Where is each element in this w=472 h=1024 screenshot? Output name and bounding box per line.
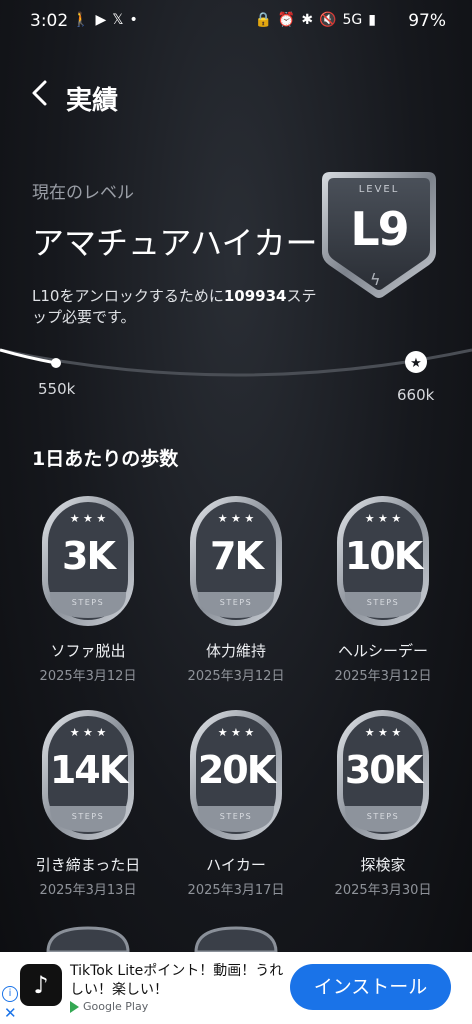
achievement-steps-label: STEPS	[366, 598, 400, 607]
achievement-item[interactable]: ★ ★ ★ 10K STEPS ヘルシーデー 2025年3月12日	[309, 494, 457, 684]
achievement-medal: ★ ★ ★ 7K STEPS	[188, 494, 284, 628]
youtube-icon: ▶	[95, 12, 107, 28]
svg-text:★ ★ ★: ★ ★ ★	[218, 512, 255, 525]
level-description: L10をアンロックするために109934ステップ必要です。	[32, 286, 322, 328]
achievement-steps-label: STEPS	[219, 812, 253, 821]
more-achievements-peek	[46, 926, 278, 952]
google-play-icon	[70, 1000, 79, 1013]
level-caption: 現在のレベル	[32, 183, 134, 203]
svg-text:★ ★ ★: ★ ★ ★	[70, 726, 107, 739]
bolt-icon: ϟ	[370, 270, 381, 289]
achievement-steps-label: STEPS	[71, 812, 105, 821]
achievement-date: 2025年3月13日	[39, 883, 137, 898]
ad-close-icon[interactable]: ✕	[4, 1004, 17, 1022]
achievement-medal: ★ ★ ★ 30K STEPS	[335, 708, 431, 842]
achievement-item[interactable]: ★ ★ ★ 30K STEPS 探検家 2025年3月30日	[309, 708, 457, 898]
level-desc-prefix: L10をアンロックするために	[32, 287, 224, 305]
level-badge-label: LEVEL	[358, 184, 400, 195]
achievement-name: ソファ脱出	[50, 642, 126, 660]
x-icon: 𝕏	[112, 12, 124, 28]
achievement-name: 体力維持	[205, 642, 266, 660]
google-play-label: Google Play	[83, 1000, 149, 1013]
achievement-value: 30K	[344, 748, 423, 792]
achievement-steps-label: STEPS	[366, 812, 400, 821]
page-title: 実績	[66, 86, 119, 116]
achievement-date: 2025年3月17日	[187, 883, 285, 898]
ad-info-icon[interactable]: i	[2, 986, 18, 1002]
bluetooth-icon: ✱	[301, 12, 314, 28]
music-note-icon: ♪	[33, 971, 49, 999]
achievement-date: 2025年3月30日	[334, 883, 432, 898]
status-time: 3:02	[30, 11, 69, 31]
walk-icon: 🚶	[72, 12, 90, 28]
achievement-name: 引き締まった日	[35, 856, 141, 874]
svg-text:★ ★ ★: ★ ★ ★	[365, 512, 402, 525]
level-badge: LEVEL L9 ϟ	[316, 166, 442, 304]
achievement-medal: ★ ★ ★ 10K STEPS	[335, 494, 431, 628]
google-play-badge: Google Play	[70, 1000, 148, 1013]
status-right-icons: 🔒 ⏰ ✱ 🔇 5G ▮	[254, 12, 376, 28]
alarm-icon: ⏰	[277, 12, 296, 28]
install-button[interactable]: インストール	[290, 964, 451, 1010]
status-bar: 3:02 🚶 ▶ 𝕏 • 🔒 ⏰ ✱ 🔇 5G ▮ 97%	[0, 0, 472, 44]
achievement-value: 10K	[344, 534, 423, 578]
svg-text:★ ★ ★: ★ ★ ★	[70, 512, 107, 525]
status-left-icons: 🚶 ▶ 𝕏 •	[72, 12, 138, 28]
achievement-medal: ★ ★ ★ 20K STEPS	[188, 708, 284, 842]
achievement-steps-label: STEPS	[71, 598, 105, 607]
achievement-item[interactable]: ★ ★ ★ 20K STEPS ハイカー 2025年3月17日	[162, 708, 310, 898]
5g-icon: 5G	[342, 12, 363, 28]
level-badge-value: L9	[350, 202, 409, 256]
svg-text:★ ★ ★: ★ ★ ★	[218, 726, 255, 739]
achievement-name: 探検家	[360, 856, 406, 874]
level-progress: ★ 550k 660k	[0, 330, 472, 410]
achievements-screen: 3:02 🚶 ▶ 𝕏 • 🔒 ⏰ ✱ 🔇 5G ▮ 97% 実績 現在のレベル …	[0, 0, 472, 1024]
battery-percent: 97%	[408, 11, 446, 31]
svg-text:★ ★ ★: ★ ★ ★	[365, 726, 402, 739]
ad-text[interactable]: TikTok Liteポイント！動画！うれしい！楽しい！	[70, 962, 284, 1000]
level-desc-steps: 109934	[223, 287, 287, 305]
achievement-value: 20K	[197, 748, 276, 792]
dot-icon: •	[129, 12, 138, 28]
achievement-value: 7K	[210, 534, 264, 578]
progress-end-label: 660k	[397, 386, 435, 404]
achievement-date: 2025年3月12日	[39, 669, 137, 684]
tiktok-app-icon[interactable]: ♪	[20, 964, 62, 1006]
ad-banner[interactable]: i ✕ ♪ TikTok Liteポイント！動画！うれしい！楽しい！ Googl…	[0, 952, 472, 1024]
progress-marker	[51, 358, 61, 368]
back-button[interactable]	[28, 78, 52, 108]
achievement-value: 3K	[62, 534, 116, 578]
app-header: 実績	[0, 68, 472, 124]
achievement-name: ハイカー	[206, 856, 266, 874]
mute-icon: 🔇	[319, 12, 337, 28]
achievement-item[interactable]: ★ ★ ★ 7K STEPS 体力維持 2025年3月12日	[162, 494, 310, 684]
achievement-date: 2025年3月12日	[334, 669, 432, 684]
lock-icon: 🔒	[254, 12, 272, 28]
achievement-name: ヘルシーデー	[337, 642, 428, 660]
section-title: 1日あたりの歩数	[32, 448, 179, 470]
level-name: アマチュアハイカー	[32, 224, 318, 262]
achievement-value: 14K	[49, 748, 128, 792]
achievement-item[interactable]: ★ ★ ★ 3K STEPS ソファ脱出 2025年3月12日	[14, 494, 162, 684]
chevron-left-icon	[32, 80, 47, 106]
star-icon: ★	[410, 356, 422, 371]
achievement-medal: ★ ★ ★ 3K STEPS	[40, 494, 136, 628]
progress-start-label: 550k	[38, 380, 76, 398]
achievement-date: 2025年3月12日	[187, 669, 285, 684]
achievement-item[interactable]: ★ ★ ★ 14K STEPS 引き締まった日 2025年3月13日	[14, 708, 162, 898]
achievement-medal: ★ ★ ★ 14K STEPS	[40, 708, 136, 842]
signal-icon: ▮	[368, 12, 376, 28]
achievement-steps-label: STEPS	[219, 598, 253, 607]
